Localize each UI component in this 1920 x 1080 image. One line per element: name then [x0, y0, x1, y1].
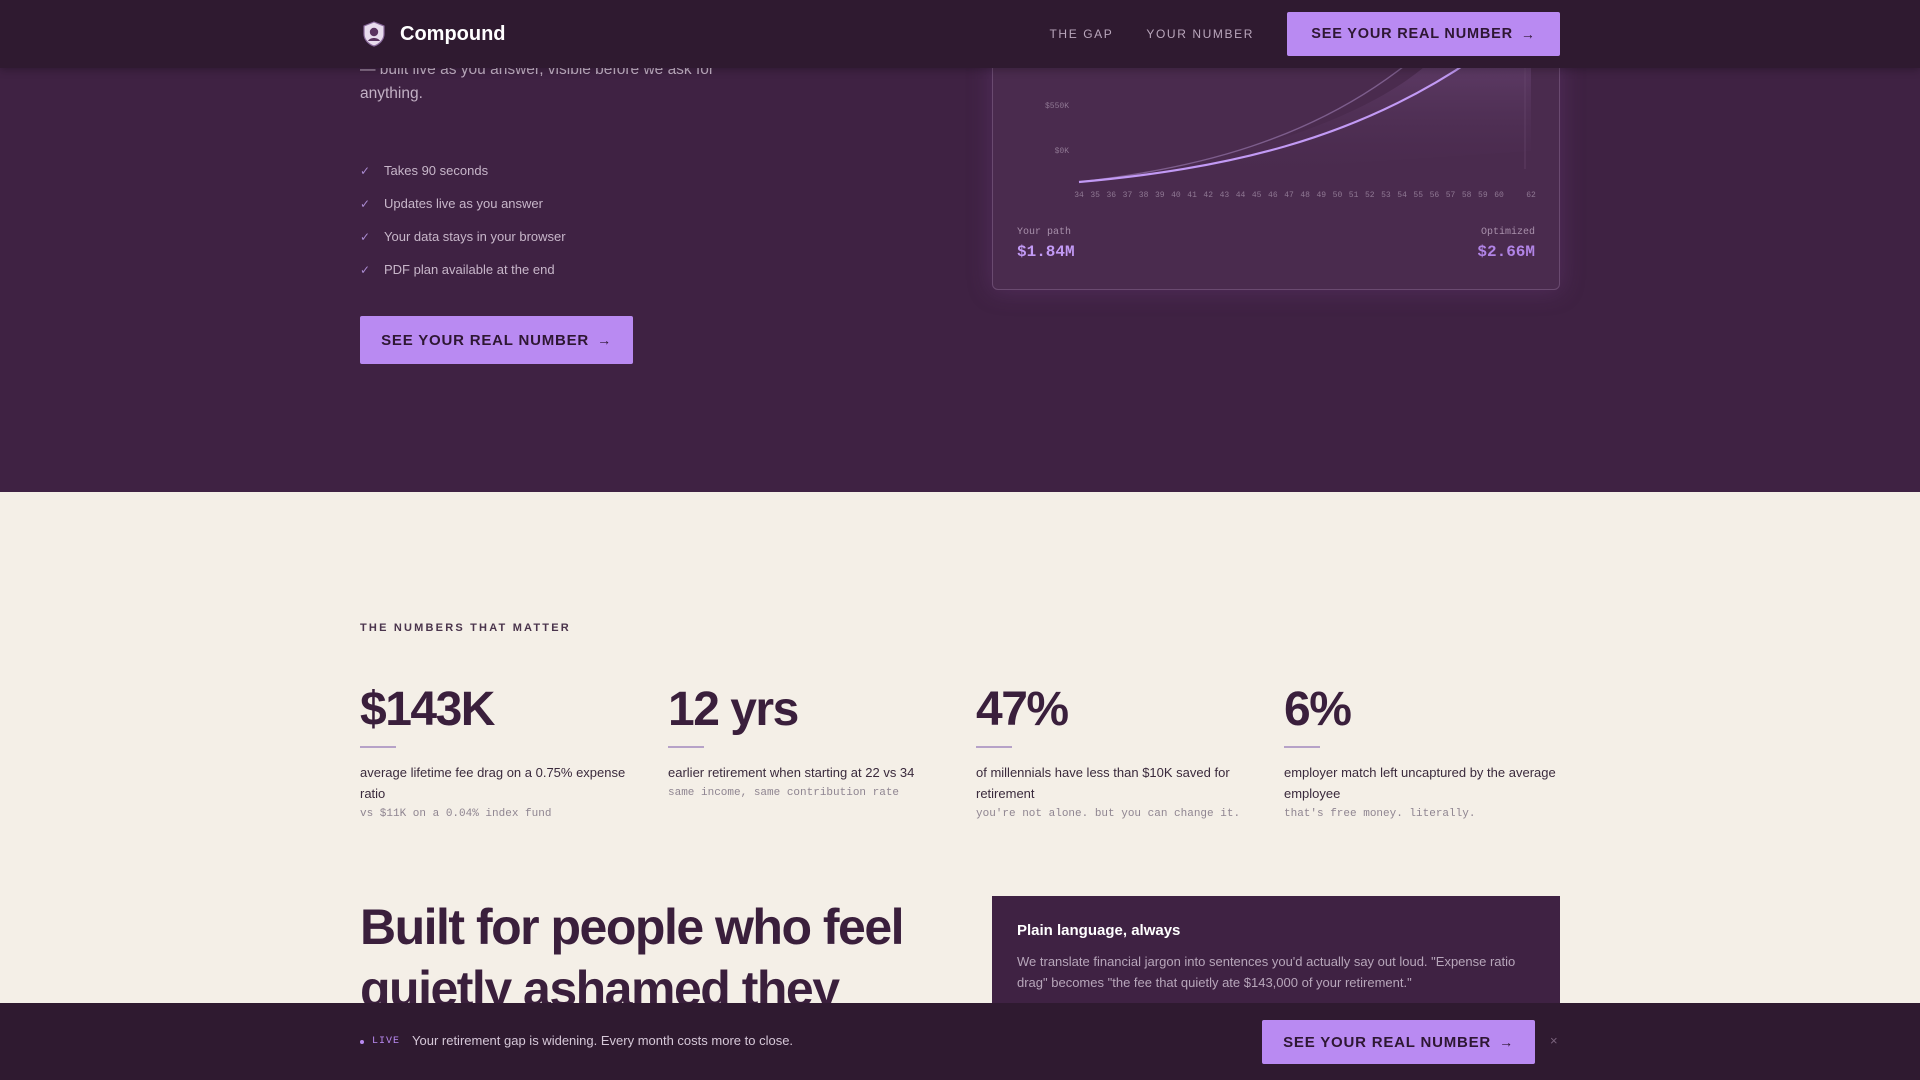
arrow-right-icon: → — [1499, 1034, 1514, 1050]
stat-employer-match: 6% employer match left uncaptured by the… — [1284, 682, 1564, 820]
sticky-bottom-bar: LIVE Your retirement gap is widening. Ev… — [0, 1003, 1920, 1080]
check-item: ✓ Updates live as you answer — [360, 187, 566, 220]
check-item-label: Takes 90 seconds — [384, 163, 489, 178]
optimized-label: Optimized — [1480, 227, 1535, 238]
stat-divider — [976, 746, 1012, 748]
x-tick-label: 38 — [1139, 191, 1149, 200]
x-tick-label: 56 — [1430, 191, 1440, 200]
hero-cta-label: SEE YOUR REAL NUMBER — [381, 331, 590, 349]
chart-area-fill — [1079, 59, 1531, 182]
x-tick-label: 36 — [1107, 191, 1117, 200]
numbers-section: THE NUMBERS THAT MATTER $143K average li… — [0, 492, 1920, 1080]
x-tick-label: 37 — [1123, 191, 1133, 200]
feature-title: Plain language, always — [1017, 922, 1181, 939]
y-tick-label: $550K — [1045, 102, 1069, 111]
stat-value: 47% — [976, 683, 1069, 736]
y-tick-label: $0K — [1055, 147, 1070, 156]
urgency-message: Your retirement gap is widening. Every m… — [412, 1033, 794, 1048]
your-path-label: Your path — [1017, 227, 1072, 238]
arrow-right-icon: → — [597, 332, 612, 348]
close-icon[interactable]: × — [1550, 1033, 1558, 1048]
x-tick-label: 51 — [1349, 191, 1359, 200]
stat-description: employer match left uncaptured by the av… — [1284, 765, 1556, 801]
brand-name: Compound — [400, 22, 506, 45]
bottom-cta-label: SEE YOUR REAL NUMBER — [1283, 1033, 1492, 1051]
nav-links: THE GAP YOUR NUMBER SEE YOUR REAL NUMBER… — [1050, 12, 1560, 56]
stat-description: average lifetime fee drag on a 0.75% exp… — [360, 765, 626, 801]
check-item-label: PDF plan available at the end — [384, 262, 555, 277]
stat-earlier-retirement: 12 yrs earlier retirement when starting … — [668, 682, 948, 799]
stat-divider — [668, 746, 704, 748]
nav-cta-label: SEE YOUR REAL NUMBER — [1311, 26, 1513, 42]
feature-description: We translate financial jargon into sente… — [1017, 954, 1516, 990]
x-tick-label: 49 — [1317, 191, 1327, 200]
x-tick-label: 62 — [1526, 191, 1536, 200]
x-tick-label: 48 — [1300, 191, 1310, 200]
projection-chart: $1100K$550K$0K34353637383940414243444546… — [1040, 57, 1536, 200]
hero-cta-button[interactable]: SEE YOUR REAL NUMBER → — [360, 316, 633, 364]
live-badge: LIVE — [372, 1036, 401, 1047]
x-tick-label: 45 — [1252, 191, 1262, 200]
x-tick-label: 41 — [1187, 191, 1197, 200]
stat-description: of millennials have less than $10K saved… — [976, 765, 1230, 801]
x-tick-label: 43 — [1220, 191, 1230, 200]
check-item: ✓ Takes 90 seconds — [360, 154, 566, 187]
x-tick-label: 44 — [1236, 191, 1246, 200]
stat-value: $143K — [360, 683, 495, 736]
check-icon: ✓ — [360, 163, 371, 178]
x-tick-label: 59 — [1478, 191, 1488, 200]
check-icon: ✓ — [360, 196, 371, 211]
live-dot-icon — [360, 1040, 364, 1044]
stat-description: earlier retirement when starting at 22 v… — [668, 765, 915, 780]
x-tick-label: 40 — [1171, 191, 1181, 200]
check-icon: ✓ — [360, 229, 371, 244]
stat-divider — [360, 746, 396, 748]
nav-link-the-gap[interactable]: THE GAP — [1050, 27, 1114, 41]
x-tick-label: 34 — [1074, 191, 1084, 200]
bottom-cta-button[interactable]: SEE YOUR REAL NUMBER → — [1262, 1020, 1535, 1064]
stat-note: that's free money. literally. — [1284, 808, 1476, 820]
x-tick-label: 60 — [1494, 191, 1504, 200]
x-tick-label: 46 — [1268, 191, 1278, 200]
stat-note: same income, same contribution rate — [668, 787, 900, 799]
top-nav: Compound THE GAP YOUR NUMBER SEE YOUR RE… — [0, 0, 1920, 68]
section-heading: Built for people who feel quietly ashame… — [360, 899, 905, 1017]
stat-divider — [1284, 746, 1320, 748]
x-tick-label: 50 — [1333, 191, 1343, 200]
feature-check-list: ✓ Takes 90 seconds ✓ Updates live as you a… — [360, 154, 566, 286]
stat-value: 6% — [1284, 683, 1352, 736]
nav-link-your-number[interactable]: YOUR NUMBER — [1146, 27, 1254, 41]
stat-note: vs $11K on a 0.04% index fund — [360, 808, 552, 820]
stat-value: 12 yrs — [668, 683, 799, 736]
nav-cta-button[interactable]: SEE YOUR REAL NUMBER → — [1287, 12, 1560, 56]
x-tick-label: 42 — [1203, 191, 1213, 200]
x-tick-label: 57 — [1446, 191, 1456, 200]
x-tick-label: 35 — [1090, 191, 1100, 200]
x-tick-label: 55 — [1413, 191, 1423, 200]
check-item-label: Your data stays in your browser — [384, 229, 566, 244]
your-path-value: $1.84M — [1017, 243, 1075, 261]
x-tick-label: 52 — [1365, 191, 1375, 200]
stat-note: you're not alone. but you can change it. — [976, 808, 1241, 820]
optimized-value: $2.66M — [1477, 243, 1535, 261]
x-tick-label: 58 — [1462, 191, 1472, 200]
stat-millennials-savings: 47% of millennials have less than $10K s… — [976, 682, 1256, 820]
hero-section: — built live as you answer, visible befo… — [0, 0, 1920, 492]
check-icon: ✓ — [360, 262, 371, 277]
x-tick-label: 47 — [1284, 191, 1294, 200]
x-tick-label: 54 — [1397, 191, 1407, 200]
stat-fee-drag: $143K average lifetime fee drag on a 0.7… — [360, 682, 640, 820]
x-tick-label: 39 — [1155, 191, 1165, 200]
check-item-label: Updates live as you answer — [384, 196, 543, 211]
projection-chart-card: $1100K$550K$0K34353637383940414243444546… — [992, 40, 1560, 290]
shield-logo-icon — [363, 21, 385, 47]
check-item: ✓ Your data stays in your browser — [360, 220, 566, 253]
brand-logo[interactable]: Compound — [360, 20, 506, 48]
section-label: THE NUMBERS THAT MATTER — [360, 622, 571, 634]
x-tick-label: 53 — [1381, 191, 1391, 200]
arrow-right-icon: → — [1520, 26, 1536, 42]
check-item: ✓ PDF plan available at the end — [360, 253, 566, 286]
